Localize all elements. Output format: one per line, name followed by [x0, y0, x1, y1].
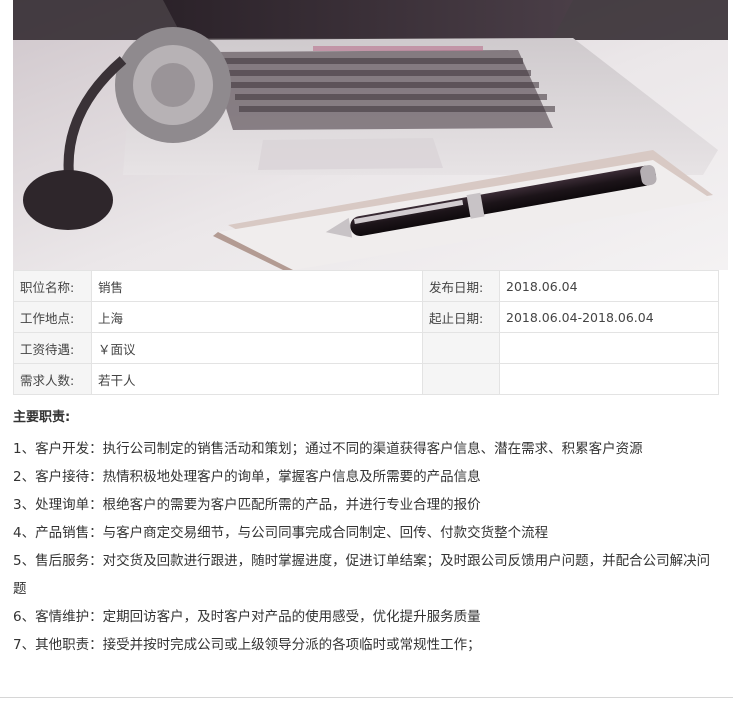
job-info-table: 职位名称: 销售 发布日期: 2018.06.04 工作地点: 上海 起止日期:… [13, 270, 719, 395]
table-row: 需求人数: 若干人 [13, 363, 719, 395]
duties-list: 1、客户开发：执行公司制定的销售活动和策划；通过不同的渠道获得客户信息、潜在需求… [13, 435, 718, 659]
publish-date-value: 2018.06.04 [499, 270, 719, 302]
table-row: 工资待遇: ￥面议 [13, 332, 719, 364]
hero-image [13, 0, 728, 270]
hero-illustration [13, 0, 728, 270]
duties-title: 主要职责: [13, 410, 71, 425]
job-title-label: 职位名称: [13, 270, 92, 302]
empty-cell [422, 332, 500, 364]
list-item: 5、售后服务：对交货及回款进行跟进，随时掌握进度，促进订单结案；及时跟公司反馈用… [13, 553, 711, 597]
job-title-value: 销售 [91, 270, 423, 302]
list-item: 3、处理询单：根绝客户的需要为客户匹配所需的产品，并进行专业合理的报价 [13, 497, 481, 513]
headcount-label: 需求人数: [13, 363, 92, 395]
job-detail-page: 职位名称: 销售 发布日期: 2018.06.04 工作地点: 上海 起止日期:… [0, 0, 733, 701]
list-item: 7、其他职责：接受并按时完成公司或上级领导分派的各项临时或常规性工作； [13, 637, 481, 653]
list-item: 4、产品销售：与客户商定交易细节，与公司同事完成合同制定、回传、付款交货整个流程 [13, 525, 549, 541]
empty-cell [499, 363, 719, 395]
divider [0, 697, 733, 698]
table-row: 工作地点: 上海 起止日期: 2018.06.04-2018.06.04 [13, 301, 719, 333]
empty-cell [422, 363, 500, 395]
location-label: 工作地点: [13, 301, 92, 333]
table-row: 职位名称: 销售 发布日期: 2018.06.04 [13, 270, 719, 302]
salary-label: 工资待遇: [13, 332, 92, 364]
list-item: 6、客情维护：定期回访客户，及时客户对产品的使用感受，优化提升服务质量 [13, 609, 481, 625]
salary-value: ￥面议 [91, 332, 423, 364]
list-item: 1、客户开发：执行公司制定的销售活动和策划；通过不同的渠道获得客户信息、潜在需求… [13, 441, 643, 457]
list-item: 2、客户接待：热情积极地处理客户的询单，掌握客户信息及所需要的产品信息 [13, 469, 481, 485]
location-value: 上海 [91, 301, 423, 333]
period-label: 起止日期: [422, 301, 500, 333]
empty-cell [499, 332, 719, 364]
publish-date-label: 发布日期: [422, 270, 500, 302]
period-value: 2018.06.04-2018.06.04 [499, 301, 719, 333]
headcount-value: 若干人 [91, 363, 423, 395]
